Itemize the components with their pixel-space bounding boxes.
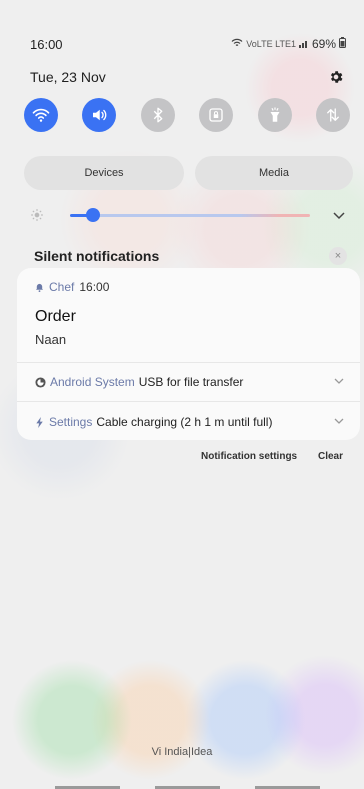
data-transfer-icon [327,108,339,122]
brightness-icon [30,208,44,222]
wifi-toggle[interactable] [24,98,58,132]
media-button[interactable]: Media [195,156,353,190]
bluetooth-icon [153,107,163,123]
rotation-lock-toggle[interactable] [199,98,234,132]
sound-toggle[interactable] [82,98,117,132]
bluetooth-toggle[interactable] [140,98,175,132]
status-icons: VoLTE LTE1 69% [231,37,346,51]
divider [17,401,360,402]
notification-time: 16:00 [79,280,110,294]
chevron-down-icon[interactable] [334,377,344,388]
notification-app-name: Chef [49,280,75,294]
silent-notifications-title: Silent notifications [34,248,160,264]
quick-settings-row [24,98,350,132]
wifi-signal-icon [231,37,243,51]
date-label: Tue, 23 Nov [30,69,106,85]
row-source: Android System [50,375,135,389]
row-source: Settings [49,415,93,429]
notification-title: Order [35,308,76,325]
divider [17,362,360,363]
brightness-slider[interactable] [70,214,310,217]
battery-icon [339,37,346,51]
brightness-slider-thumb[interactable] [86,208,100,222]
flashlight-toggle[interactable] [257,98,292,132]
wifi-icon [32,108,50,122]
chevron-down-icon[interactable] [334,417,344,428]
cell-signal-icon [298,37,309,51]
flashlight-icon [270,107,280,122]
chevron-down-icon[interactable] [333,209,345,223]
gear-icon[interactable] [328,69,344,85]
notification-row-settings[interactable]: Settings Cable charging (2 h 1 m until f… [35,415,272,429]
mobile-data-toggle[interactable] [315,98,350,132]
carrier-label: Vi India|Idea [151,746,213,758]
notification-settings-link[interactable]: Notification settings [201,451,297,462]
row-text: Cable charging (2 h 1 m until full) [96,415,273,429]
speaker-icon [93,109,107,121]
devices-button[interactable]: Devices [24,156,184,190]
battery-percent: 69% [311,37,336,51]
android-system-icon [35,376,46,388]
bell-icon [35,283,44,292]
signal-text: VoLTE LTE1 [246,39,296,49]
notification-row-android-system[interactable]: Android System USB for file transfer [35,375,243,389]
notification-shade: 16:00 VoLTE LTE1 69% Tue, 23 Nov Devices… [0,0,364,789]
close-icon[interactable]: × [329,247,347,265]
charging-bolt-icon [36,416,43,428]
notification-header[interactable]: Chef 16:00 [35,280,109,294]
status-time: 16:00 [30,37,63,52]
clear-button[interactable]: Clear [318,451,343,462]
row-text: USB for file transfer [138,375,244,389]
notification-body: Naan [35,332,67,347]
lock-icon [209,108,223,122]
